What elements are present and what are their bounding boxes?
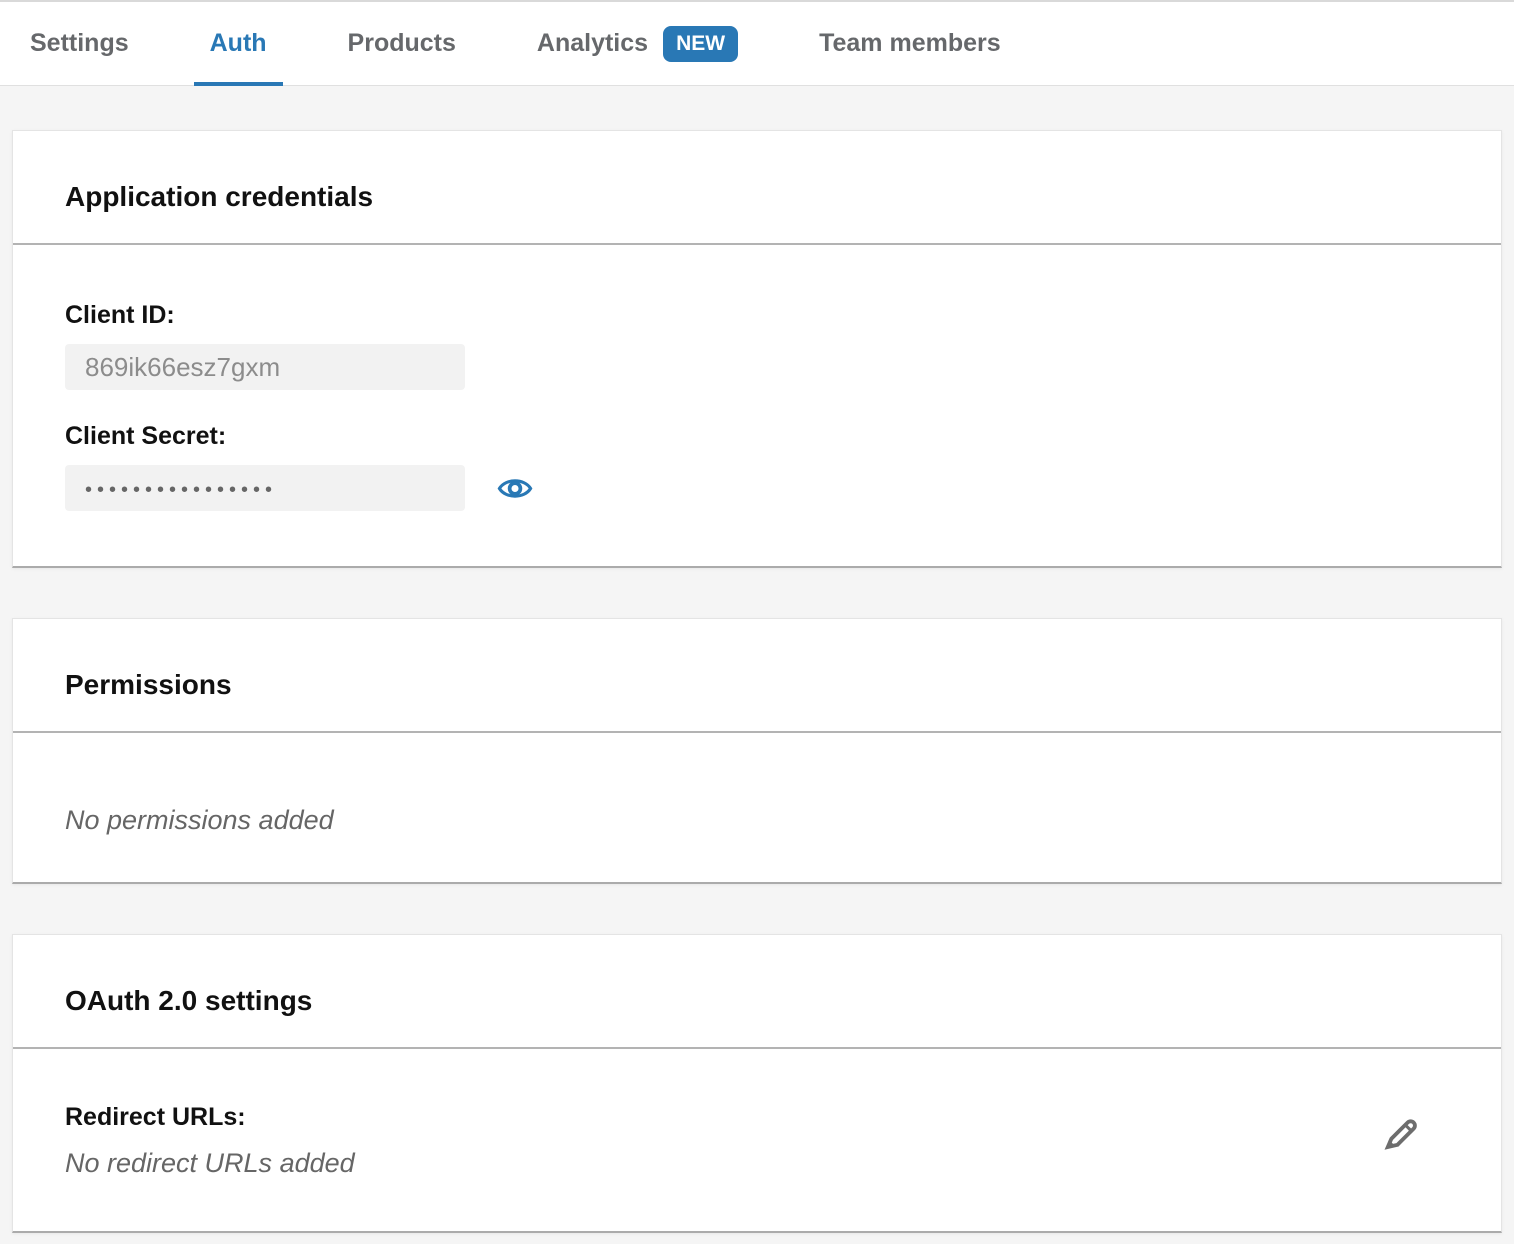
application-credentials-card: Application credentials Client ID: 869ik… xyxy=(12,130,1502,568)
client-id-label: Client ID: xyxy=(65,301,1449,330)
pencil-icon xyxy=(1379,1111,1423,1155)
tab-analytics[interactable]: Analytics NEW xyxy=(537,2,738,86)
oauth-settings-body: Redirect URLs: No redirect URLs added xyxy=(13,1049,1501,1231)
application-credentials-header: Application credentials xyxy=(13,131,1501,243)
tab-team-members-label: Team members xyxy=(819,29,1001,58)
oauth-settings-title: OAuth 2.0 settings xyxy=(65,985,1449,1017)
tab-auth-label: Auth xyxy=(210,29,267,58)
tab-settings[interactable]: Settings xyxy=(30,2,129,86)
permissions-body: No permissions added xyxy=(13,733,1501,882)
tab-team-members[interactable]: Team members xyxy=(819,2,1001,86)
edit-redirect-urls-button[interactable] xyxy=(1379,1111,1423,1155)
tab-settings-label: Settings xyxy=(30,29,129,58)
client-secret-field[interactable]: •••••••••••••••• xyxy=(65,465,465,511)
no-redirect-urls-text: No redirect URLs added xyxy=(65,1148,355,1179)
new-badge: NEW xyxy=(663,26,738,62)
permissions-header: Permissions xyxy=(13,619,1501,731)
redirect-urls-group: Redirect URLs: No redirect URLs added xyxy=(65,1103,355,1179)
app-tab-bar: Settings Auth Products Analytics NEW Tea… xyxy=(0,0,1514,86)
client-id-field[interactable]: 869ik66esz7gxm xyxy=(65,344,465,390)
client-secret-label: Client Secret: xyxy=(65,422,1449,451)
no-permissions-text: No permissions added xyxy=(65,805,1449,836)
tab-products[interactable]: Products xyxy=(348,2,456,86)
auth-tab-content: Application credentials Client ID: 869ik… xyxy=(0,130,1514,1233)
application-credentials-title: Application credentials xyxy=(65,181,1449,213)
permissions-title: Permissions xyxy=(65,669,1449,701)
application-credentials-body: Client ID: 869ik66esz7gxm Client Secret:… xyxy=(13,245,1501,566)
tab-auth[interactable]: Auth xyxy=(210,2,267,86)
oauth-settings-card: OAuth 2.0 settings Redirect URLs: No red… xyxy=(12,934,1502,1233)
client-secret-masked-value: •••••••••••••••• xyxy=(85,475,277,502)
tab-analytics-label: Analytics xyxy=(537,29,648,58)
client-id-value: 869ik66esz7gxm xyxy=(85,352,280,383)
reveal-secret-button[interactable] xyxy=(497,475,533,502)
oauth-settings-header: OAuth 2.0 settings xyxy=(13,935,1501,1047)
eye-icon xyxy=(497,475,533,502)
tab-products-label: Products xyxy=(348,29,456,58)
permissions-card: Permissions No permissions added xyxy=(12,618,1502,884)
redirect-urls-label: Redirect URLs: xyxy=(65,1103,355,1132)
